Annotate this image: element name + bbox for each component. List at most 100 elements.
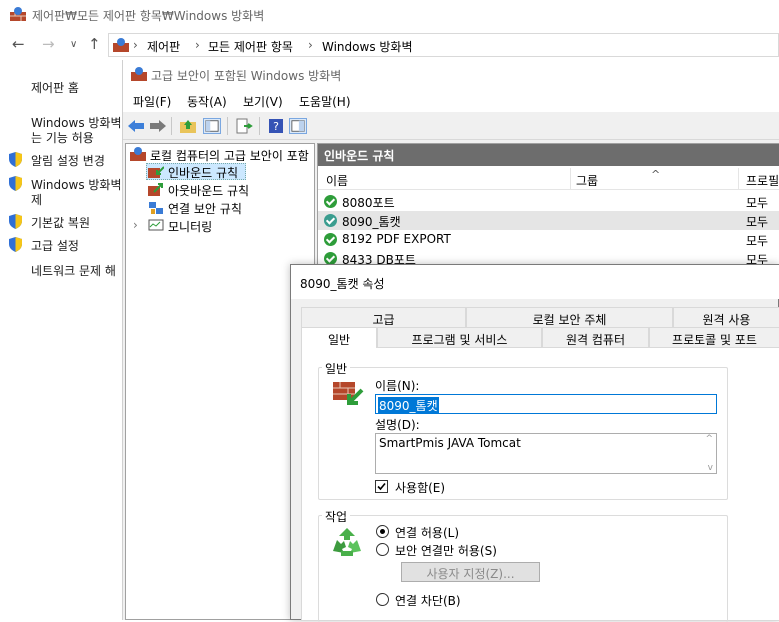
secure-only-radio[interactable] [376,543,389,556]
breadcrumb-item[interactable]: 모든 제어판 항목 [208,38,293,55]
toolbar-separator [171,117,172,135]
allow-radio[interactable] [376,525,389,538]
enabled-label[interactable]: 사용함(E) [395,479,445,496]
firewall-icon [10,7,26,21]
tab-protocols-ports[interactable]: 프로토콜 및 포트 [649,327,779,347]
export-list-icon[interactable] [235,118,253,134]
tree-root[interactable]: 로컬 컴퓨터의 고급 보안이 포함 [150,147,309,164]
menu-action[interactable]: 동작(A) [187,93,227,110]
action-cycle-icon [333,528,361,556]
enabled-check-icon [324,195,337,208]
forward-arrow-icon[interactable]: → [42,35,55,53]
help-icon[interactable]: ? [267,118,285,134]
block-label[interactable]: 연결 차단(B) [395,592,461,609]
mmc-title: 고급 보안이 포함된 Windows 방화벽 [151,69,342,83]
svg-text:?: ? [273,120,279,133]
breadcrumb-item[interactable]: Windows 방화벽 [322,38,413,55]
tree-item-inbound[interactable]: 인바운드 규칙 [168,164,238,181]
back-arrow-icon[interactable]: ← [12,35,25,53]
rule-name: 8080포트 [342,196,395,210]
scroll-down-icon[interactable]: v [708,463,713,473]
toolbar-separator [227,117,228,135]
dialog-titlebar: 8090_톰캣 속성 [291,265,779,299]
tree-item-outbound[interactable]: 아웃바운드 규칙 [168,182,249,199]
troubleshoot-link[interactable]: 네트워크 문제 해 [31,262,116,279]
rules-pane-header: 인바운드 규칙 [318,144,779,166]
connection-security-icon [149,202,163,214]
menu-file[interactable]: 파일(F) [133,93,171,110]
rule-row[interactable]: 8080포트 모두 [318,192,779,211]
recent-dropdown-icon[interactable]: ∨ [70,39,77,50]
menu-help[interactable]: 도움말(H) [299,93,351,110]
allow-label[interactable]: 연결 허용(L) [395,524,459,541]
menu-bar: 파일(F) 동작(A) 보기(V) 도움말(H) [123,88,779,112]
advanced-settings-link[interactable]: 고급 설정 [31,237,79,254]
show-action-pane-icon[interactable] [289,118,307,134]
name-input[interactable]: 8090_톰캣 [375,394,717,414]
rule-row[interactable]: 8192 PDF EXPORT 모두 [318,230,779,249]
rules-column-header: 이름 그룹 ^ 프로필 [318,168,779,190]
column-divider[interactable] [738,168,739,190]
description-value: SmartPmis JAVA Tomcat [379,436,521,450]
column-name[interactable]: 이름 [326,172,348,189]
up-folder-icon[interactable] [179,118,197,134]
rule-name: 8192 PDF EXPORT [342,232,451,246]
tab-general[interactable]: 일반 [301,327,377,348]
inbound-rules-icon [148,166,164,178]
action-group-label: 작업 [322,508,351,525]
address-bar[interactable]: › 제어판 › 모든 제어판 항목 › Windows 방화벽 [108,33,779,57]
breadcrumb-separator-icon: › [133,38,138,52]
control-panel-home-link[interactable]: 제어판 홈 [31,79,79,96]
checkmark-icon [377,482,386,491]
scroll-up-icon[interactable]: ^ [705,434,713,444]
breadcrumb-item[interactable]: 제어판 [147,38,180,55]
expand-chevron-icon[interactable]: › [133,218,138,232]
column-group[interactable]: 그룹 [576,172,598,189]
allow-app-link-cont[interactable]: 는 기능 허용 [31,129,94,146]
inbound-rule-icon [333,382,364,405]
control-panel-left-pane: 제어판 홈 Windows 방화벽 는 기능 허용 알림 설정 변경 Windo… [0,60,122,620]
enabled-checkbox[interactable] [375,480,388,493]
enabled-check-icon [324,233,337,246]
rule-properties-dialog: 8090_톰캣 속성 고급 로컬 보안 주체 원격 사용 일반 프로그램 및 서… [290,264,779,622]
secure-only-label[interactable]: 보안 연결만 허용(S) [395,542,497,559]
tab-local-principals[interactable]: 로컬 보안 주체 [466,307,673,327]
tree-item-connection-security[interactable]: 연결 보안 규칙 [168,200,242,217]
toolbar-separator [259,117,260,135]
forward-icon[interactable] [149,118,167,134]
rules-pane-title: 인바운드 규칙 [324,149,395,163]
show-hide-tree-icon[interactable] [203,118,221,134]
window-title: 제어판₩모든 제어판 항목₩Windows 방화벽 [32,9,265,23]
restore-defaults-link[interactable]: 기본값 복원 [31,214,90,231]
menu-view[interactable]: 보기(V) [243,93,283,110]
window-titlebar: 제어판₩모든 제어판 항목₩Windows 방화벽 [0,0,779,30]
firewall-icon [131,67,147,81]
tree-item-monitoring[interactable]: 모니터링 [168,218,212,235]
tab-panel-general: 일반 이름(N): 8090_톰캣 설명(D): SmartPmis JAVA … [301,347,779,622]
rule-profile: 모두 [746,196,769,210]
block-radio[interactable] [376,593,389,606]
sort-ascending-icon: ^ [651,168,661,181]
turn-on-off-link[interactable]: Windows 방화벽 [31,176,122,193]
column-profile[interactable]: 프로필 [746,172,779,189]
tab-remote-computers[interactable]: 원격 컴퓨터 [542,327,649,347]
tab-remote-users[interactable]: 원격 사용 [673,307,779,327]
breadcrumb-separator-icon: › [308,38,313,52]
customize-button[interactable]: 사용자 지정(Z)... [401,562,540,582]
monitoring-icon [148,219,164,231]
tab-programs-services[interactable]: 프로그램 및 서비스 [377,327,542,347]
dialog-title: 8090_톰캣 속성 [300,277,385,291]
description-label: 설명(D): [375,418,420,432]
up-arrow-icon[interactable]: ↑ [88,35,101,53]
description-textarea[interactable]: SmartPmis JAVA Tomcat ^ v [375,433,717,474]
tab-advanced[interactable]: 고급 [301,307,466,327]
notification-settings-link[interactable]: 알림 설정 변경 [31,152,105,169]
turn-on-off-link-cont[interactable]: 제 [31,191,42,208]
tree-pane: 로컬 컴퓨터의 고급 보안이 포함 인바운드 규칙 아웃바운드 규칙 연결 보안… [125,143,315,620]
rule-row-selected[interactable]: 8090_톰캣 모두 [318,211,779,230]
name-label: 이름(N): [375,379,420,393]
back-icon[interactable] [127,118,145,134]
rule-profile: 모두 [746,234,769,248]
column-divider[interactable] [570,168,571,190]
rule-profile: 모두 [746,215,769,229]
